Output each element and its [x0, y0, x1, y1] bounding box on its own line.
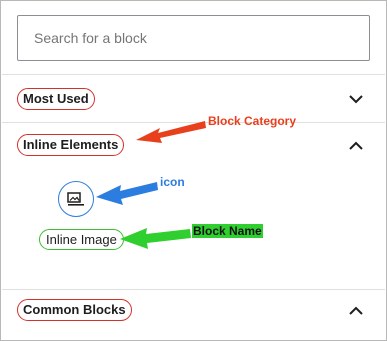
search-box [17, 15, 370, 61]
divider [2, 74, 385, 75]
divider [2, 122, 385, 123]
image-icon [58, 181, 94, 217]
category-title: Common Blocks [17, 299, 132, 321]
block-inserter-panel: Most Used Inline Elements Inline Image C… [0, 0, 387, 341]
category-inline-elements[interactable]: Inline Elements [17, 128, 370, 162]
search-input[interactable] [17, 15, 370, 61]
annotation-block-category: Block Category [208, 114, 297, 128]
category-title: Inline Elements [17, 134, 125, 156]
block-item-inline-image[interactable]: Inline Image [39, 177, 124, 255]
category-common-blocks[interactable]: Common Blocks [17, 293, 370, 327]
annotation-block-name: Block Name [192, 224, 263, 238]
divider [2, 289, 385, 290]
chevron-up-icon[interactable] [346, 135, 366, 155]
chevron-up-icon[interactable] [346, 300, 366, 320]
annotation-icon: icon [160, 175, 185, 189]
block-name: Inline Image [39, 229, 124, 250]
category-title: Most Used [17, 88, 95, 110]
category-most-used[interactable]: Most Used [17, 82, 370, 116]
chevron-down-icon[interactable] [346, 89, 366, 109]
